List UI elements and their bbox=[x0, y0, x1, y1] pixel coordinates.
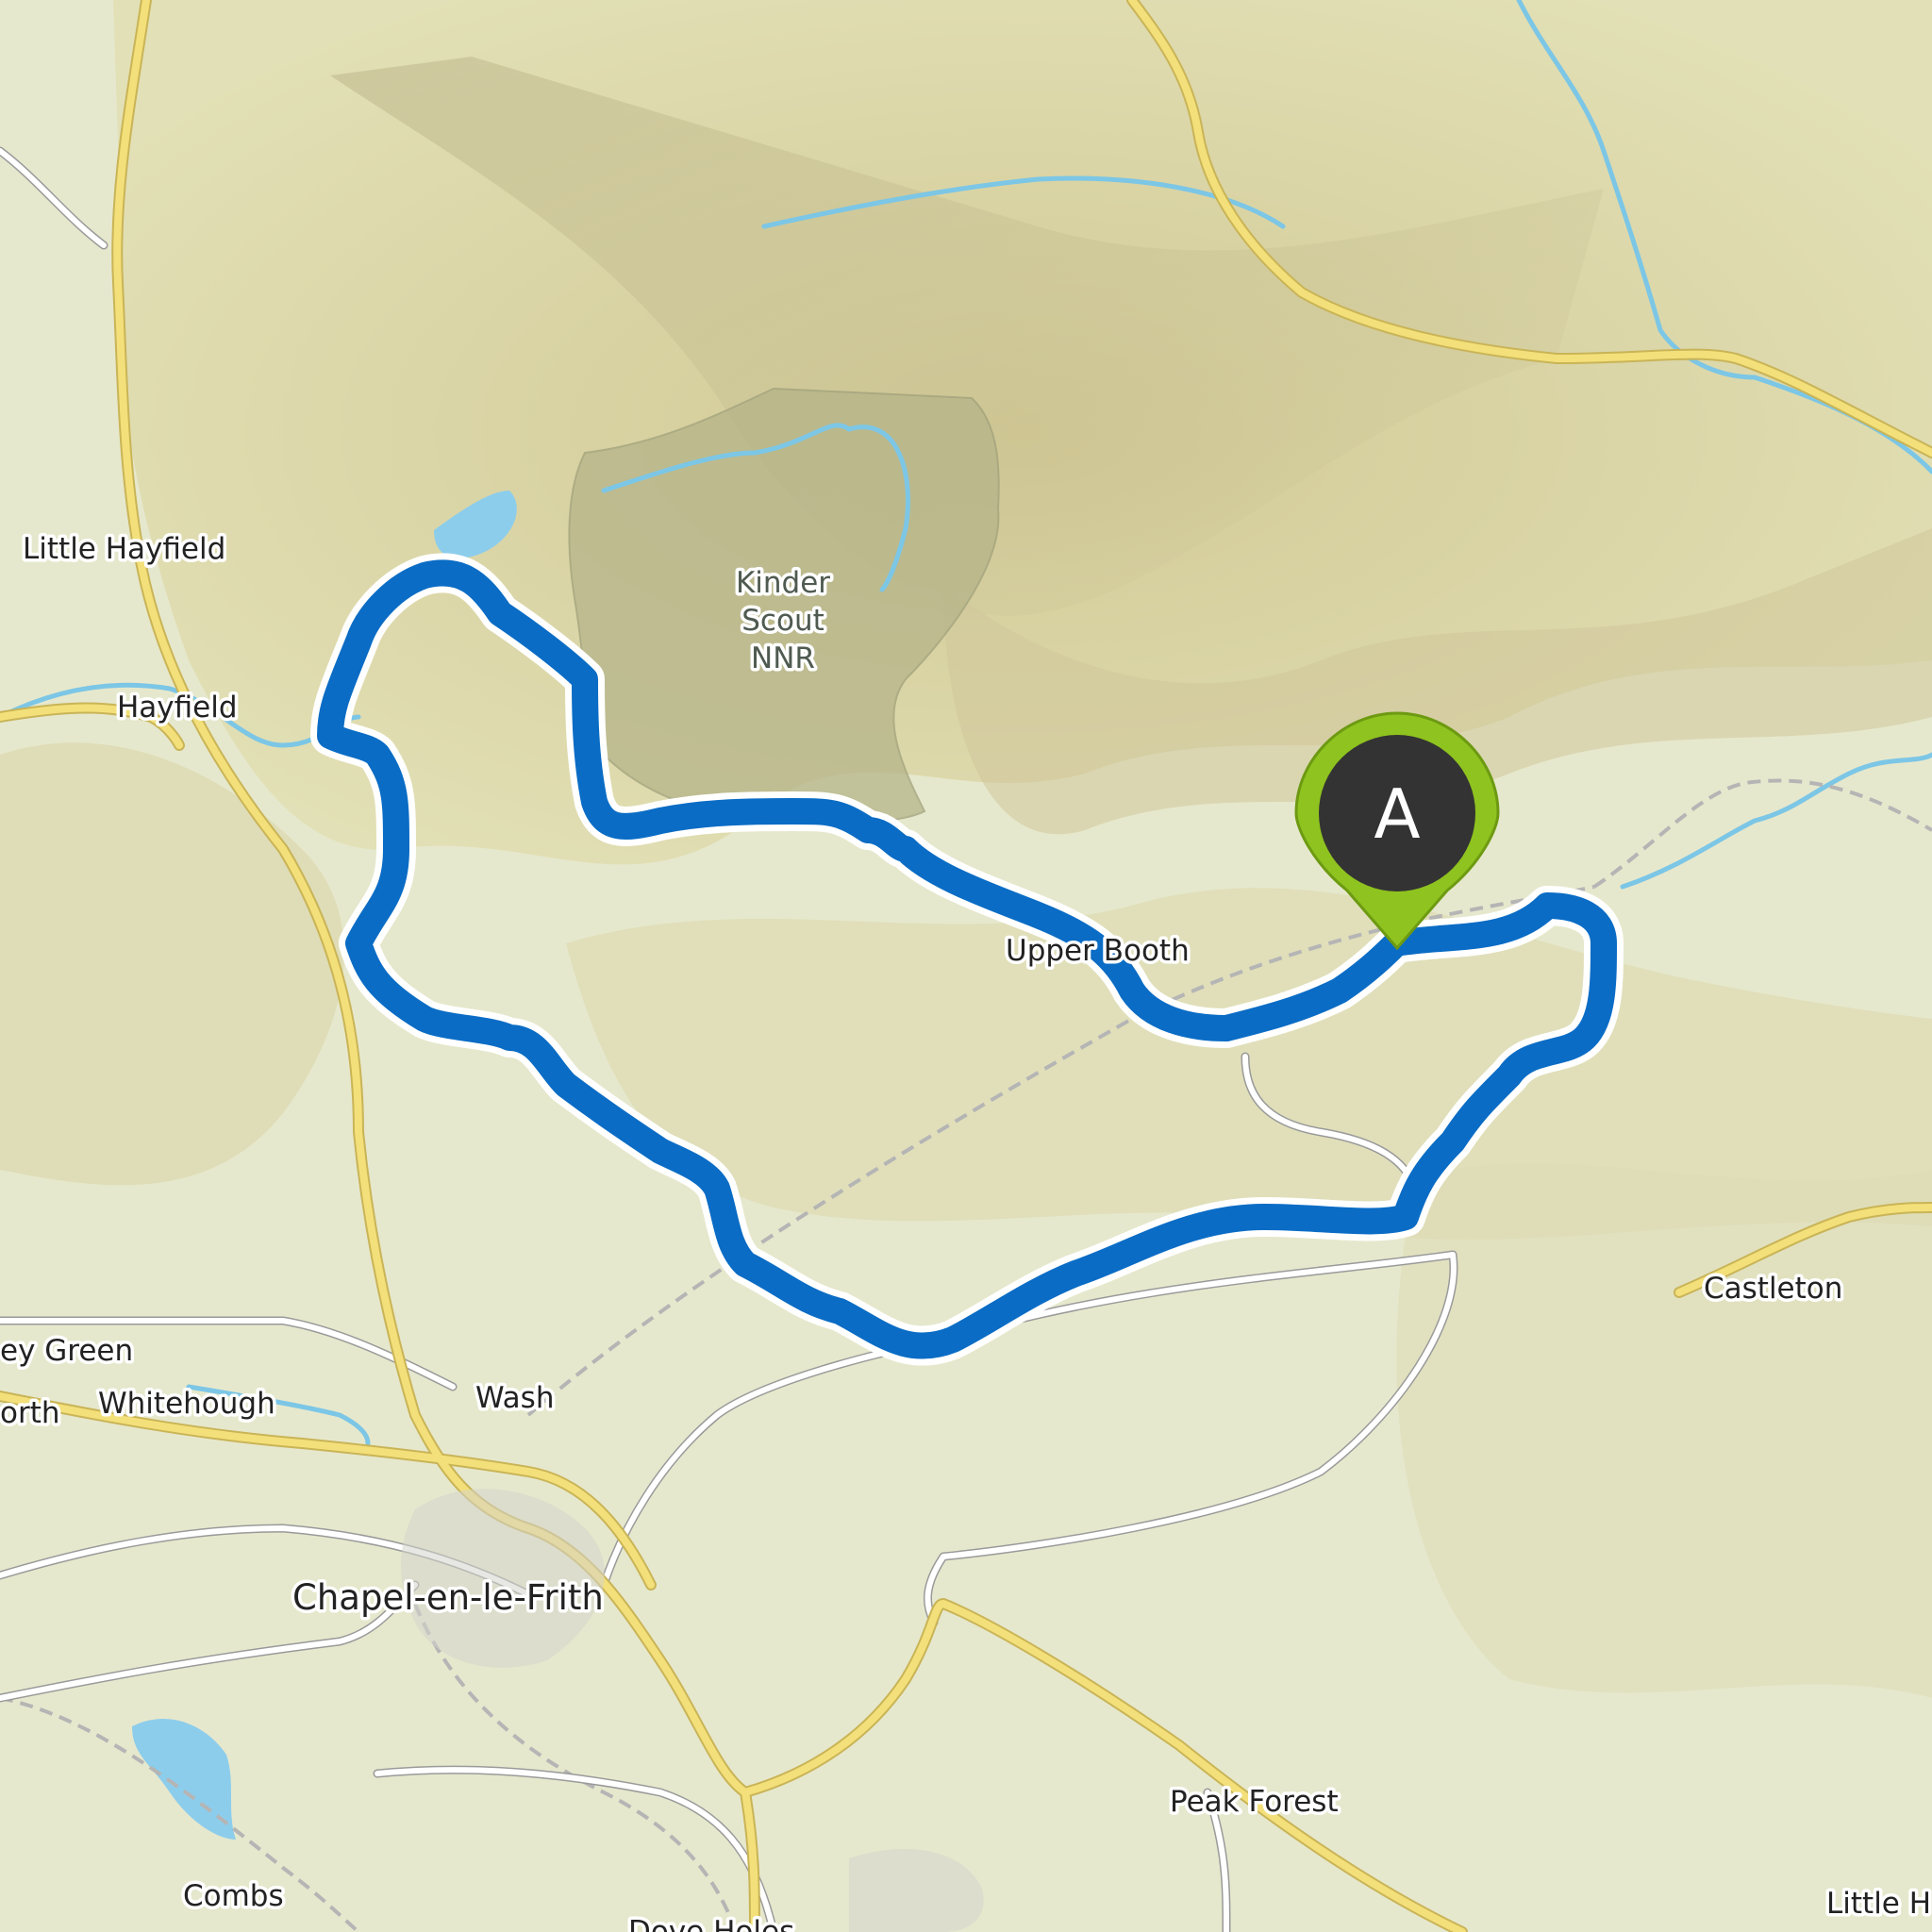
label-upper-booth: Upper Booth bbox=[1006, 934, 1190, 968]
label-castleton: Castleton bbox=[1704, 1272, 1842, 1306]
label-hayfield: Hayfield bbox=[117, 691, 238, 724]
label-wash: Wash bbox=[475, 1381, 554, 1415]
label-peak-forest: Peak Forest bbox=[1170, 1785, 1339, 1819]
label-kinder-line1: Kinder bbox=[736, 566, 830, 600]
map-canvas[interactable]: Little Hayfield Hayfield Kinder Scout NN… bbox=[0, 0, 1932, 1932]
label-kinder-line2: Scout bbox=[741, 604, 824, 638]
label-chinley-green: ey Green bbox=[0, 1334, 133, 1368]
label-combs: Combs bbox=[183, 1879, 284, 1913]
label-kinder-line3: NNR bbox=[751, 641, 815, 675]
hills-southeast bbox=[1396, 1162, 1932, 1698]
label-chinley: orth bbox=[0, 1396, 60, 1430]
label-whitehough: Whitehough bbox=[98, 1387, 275, 1421]
label-little-hucklow: Little H bbox=[1826, 1887, 1931, 1921]
label-dove-holes: Dove Holes bbox=[628, 1915, 794, 1932]
label-little-hayfield: Little Hayfield bbox=[23, 532, 225, 566]
marker-label: A bbox=[1374, 774, 1420, 854]
label-chapel-en-le-frith: Chapel-en-le-Frith bbox=[292, 1577, 604, 1618]
